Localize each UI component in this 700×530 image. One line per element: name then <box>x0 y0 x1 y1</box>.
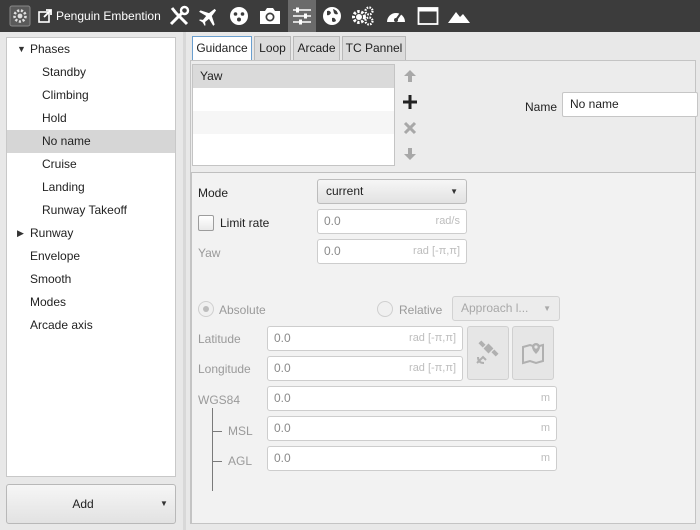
guidance-form: Mode current ▼ Limit rate 0.0 rad/s Yaw … <box>191 172 696 524</box>
mode-select[interactable]: current ▼ <box>317 179 467 204</box>
agl-label: AGL <box>228 454 253 468</box>
top-toolbar: Penguin Embention <box>0 0 700 32</box>
chevron-down-icon: ▼ <box>450 187 458 196</box>
phase-editor: Guidance Loop Arcade TC Pannel Yaw Name … <box>186 32 700 530</box>
latitude-label: Latitude <box>198 332 241 346</box>
airplane-icon[interactable] <box>196 0 222 32</box>
tree-item-phases[interactable]: ▼ Phases <box>7 38 175 61</box>
tree-item-envelope[interactable]: Envelope <box>7 245 175 268</box>
gears-icon[interactable] <box>349 0 377 32</box>
mode-label: Mode <box>198 186 229 200</box>
camera-icon[interactable] <box>257 0 283 32</box>
face-icon[interactable] <box>226 0 252 32</box>
mountain-icon[interactable] <box>445 0 473 32</box>
chevron-down-icon: ▼ <box>543 304 551 313</box>
tree-item-smooth[interactable]: Smooth <box>7 268 175 291</box>
collapsed-arrow-icon[interactable]: ▶ <box>17 222 24 245</box>
name-field[interactable]: No name <box>562 92 698 117</box>
satellite-icon <box>476 340 499 364</box>
sliders-icon[interactable] <box>288 0 316 32</box>
absolute-label: Absolute <box>219 303 266 317</box>
list-item-empty[interactable] <box>193 88 394 111</box>
yaw-label: Yaw <box>198 246 221 260</box>
map-pick-button[interactable] <box>512 326 554 380</box>
relative-reference-select[interactable]: Approach l... ▼ <box>452 296 560 321</box>
move-down-icon[interactable] <box>399 143 421 165</box>
tab-guidance[interactable]: Guidance <box>192 36 252 61</box>
popout-icon[interactable] <box>36 0 54 32</box>
add-button[interactable]: Add ▼ <box>6 484 176 524</box>
name-label: Name <box>525 100 558 114</box>
limit-rate-label: Limit rate <box>220 216 270 230</box>
radio-dot <box>203 306 209 312</box>
add-button-label: Add <box>72 497 94 511</box>
map-pin-icon <box>522 343 544 365</box>
tree-item-cruise[interactable]: Cruise <box>7 153 175 176</box>
agl-field[interactable]: 0.0 m <box>267 446 557 471</box>
phases-tree: ▼ Phases Standby Climbing Hold No name C… <box>6 37 176 477</box>
absolute-radio[interactable] <box>198 301 214 317</box>
altitude-tree-branch <box>212 431 222 432</box>
longitude-field[interactable]: 0.0 rad [-π,π] <box>267 356 463 381</box>
altitude-tree-branch <box>212 461 222 462</box>
list-item-empty[interactable] <box>193 134 394 157</box>
app-title: Penguin Embention <box>56 9 161 23</box>
remove-item-icon[interactable] <box>399 117 421 139</box>
add-item-icon[interactable] <box>399 91 421 113</box>
relative-radio[interactable] <box>377 301 393 317</box>
list-item-empty[interactable] <box>193 111 394 134</box>
altitude-tree-line <box>212 408 213 491</box>
add-dropdown-arrow-icon[interactable]: ▼ <box>153 485 175 523</box>
tab-loop[interactable]: Loop <box>254 36 291 60</box>
window-icon[interactable] <box>414 0 442 32</box>
list-item[interactable]: Yaw <box>193 65 394 88</box>
expanded-arrow-icon[interactable]: ▼ <box>17 38 26 61</box>
tree-item-arcade-axis[interactable]: Arcade axis <box>7 314 175 337</box>
guidance-list: Yaw <box>192 64 395 166</box>
latitude-field[interactable]: 0.0 rad [-π,π] <box>267 326 463 351</box>
gear-icon[interactable] <box>8 0 32 32</box>
wgs84-label: WGS84 <box>198 393 241 407</box>
limit-rate-field[interactable]: 0.0 rad/s <box>317 209 467 234</box>
tree-item-climbing[interactable]: Climbing <box>7 84 175 107</box>
tree-item-landing[interactable]: Landing <box>7 176 175 199</box>
wgs84-field[interactable]: 0.0 m <box>267 386 557 411</box>
relative-label: Relative <box>399 303 443 317</box>
tools-icon[interactable] <box>166 0 192 32</box>
msl-label: MSL <box>228 424 253 438</box>
tree-item-runway-takeoff[interactable]: Runway Takeoff <box>7 199 175 222</box>
globe-icon[interactable] <box>319 0 345 32</box>
tree-item-runway[interactable]: ▶ Runway <box>7 222 175 245</box>
tree-item-standby[interactable]: Standby <box>7 61 175 84</box>
yaw-field[interactable]: 0.0 rad [-π,π] <box>317 239 467 264</box>
tree-item-no-name[interactable]: No name <box>7 130 175 153</box>
longitude-label: Longitude <box>198 362 251 376</box>
satellite-position-button[interactable] <box>467 326 509 380</box>
gauge-icon[interactable] <box>382 0 410 32</box>
msl-field[interactable]: 0.0 m <box>267 416 557 441</box>
move-up-icon[interactable] <box>399 65 421 87</box>
tree-item-hold[interactable]: Hold <box>7 107 175 130</box>
tree-item-modes[interactable]: Modes <box>7 291 175 314</box>
tab-tc-pannel[interactable]: TC Pannel <box>342 36 406 60</box>
tab-arcade[interactable]: Arcade <box>293 36 340 60</box>
limit-rate-checkbox[interactable] <box>198 215 214 231</box>
